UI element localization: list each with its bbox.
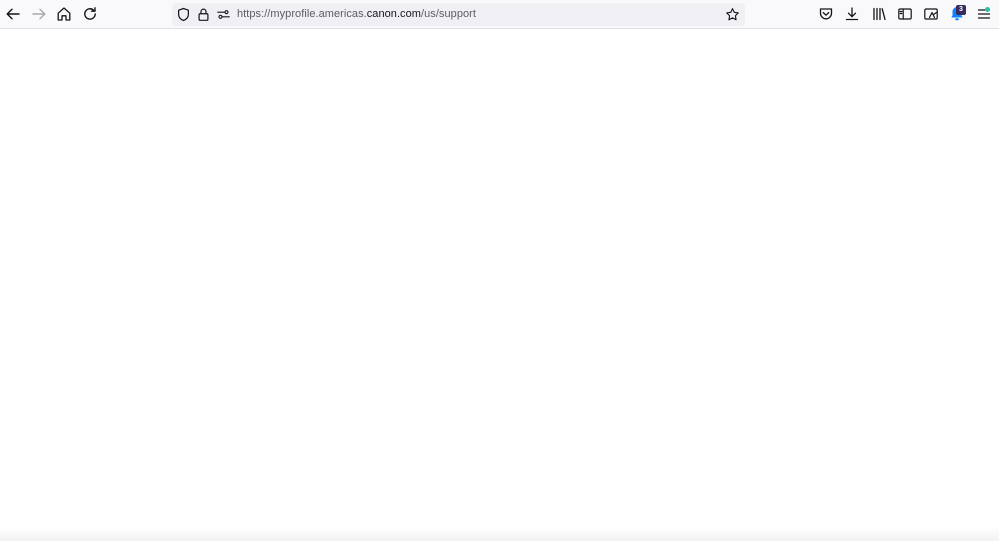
extension-badge: 3 [956,5,966,15]
forward-button[interactable] [28,3,50,25]
sidebar-button[interactable] [894,3,916,25]
url-host: canon.com [366,8,421,20]
tracking-protection-button[interactable] [175,6,192,23]
page-content [0,29,999,541]
url-text[interactable]: https://myprofile.americas.canon.com/us/… [237,3,476,26]
permissions-icon [217,10,230,19]
bottom-shadow [0,527,999,541]
reload-icon [84,7,96,20]
browser-toolbar: https://myprofile.americas.canon.com/us/… [0,0,999,29]
back-button[interactable] [2,3,24,25]
forward-arrow-icon [32,8,46,20]
menu-button[interactable] [973,3,995,25]
home-icon [57,7,71,21]
sidebar-icon [898,8,912,20]
home-button[interactable] [53,3,75,25]
url-path: /us/support [421,8,476,20]
star-icon [726,8,739,21]
update-indicator-dot [985,7,990,12]
bookmark-button[interactable] [724,6,741,23]
screenshot-button[interactable] [920,3,942,25]
pocket-button[interactable] [815,3,837,25]
permissions-button[interactable] [215,6,232,23]
pocket-icon [819,8,833,20]
site-security-button[interactable] [195,6,212,23]
reload-button[interactable] [79,3,101,25]
lock-icon [198,8,209,21]
library-button[interactable] [868,3,890,25]
url-prefix: https://myprofile.americas. [237,8,367,20]
back-arrow-icon [6,8,20,20]
shield-icon [178,7,189,22]
url-bar[interactable]: https://myprofile.americas.canon.com/us/… [172,3,745,26]
screenshot-icon [924,8,938,20]
download-icon [845,7,859,21]
library-icon [873,7,886,21]
downloads-button[interactable] [841,3,863,25]
